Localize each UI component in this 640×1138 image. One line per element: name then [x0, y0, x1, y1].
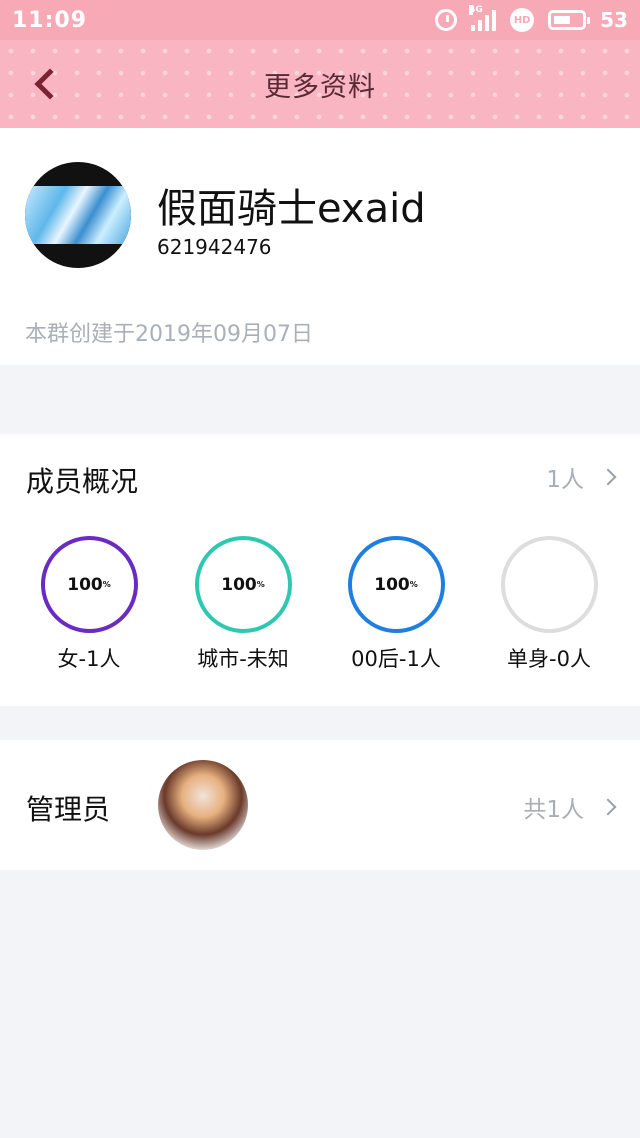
- group-avatar-image: [25, 186, 131, 244]
- group-created-date: 本群创建于2019年09月07日: [25, 322, 313, 347]
- admins-count-link[interactable]: 共1人: [523, 790, 617, 824]
- back-arrow-icon: [34, 68, 66, 100]
- battery-level: 53: [600, 8, 628, 32]
- stat-ring: [500, 536, 598, 633]
- stat-percent: 100: [221, 574, 257, 595]
- status-icons: 4G HD 53: [435, 5, 628, 32]
- admins-card[interactable]: 管理员 共1人: [0, 740, 640, 870]
- hd-icon: HD: [510, 8, 535, 32]
- admins-title: 管理员: [26, 793, 111, 826]
- status-bar: 11:09 4G HD 53: [0, 0, 640, 40]
- members-title: 成员概况: [26, 465, 139, 498]
- group-name: 假面骑士exaid: [157, 186, 426, 232]
- stat-label: 00后-1人: [351, 647, 441, 671]
- group-id: 621942476: [157, 235, 272, 259]
- signal-icon: 4G: [469, 5, 497, 31]
- stat-unit: %: [256, 580, 265, 589]
- stat-unit: %: [409, 580, 418, 589]
- stat-percent: 100: [67, 574, 103, 595]
- status-time: 11:09: [12, 7, 88, 33]
- back-button[interactable]: [22, 60, 70, 108]
- stat-city: 100% 城市-未知: [173, 536, 313, 673]
- nav-bar: 更多资料: [0, 40, 640, 128]
- group-avatar[interactable]: [25, 162, 131, 268]
- stat-gender: 100% 女-1人: [19, 536, 159, 673]
- battery-icon: [548, 10, 591, 30]
- stat-unit: %: [102, 580, 111, 589]
- members-overview-card[interactable]: 成员概况 1人 100% 女-1人 100% 城市-未知 100% 00后-1人…: [0, 434, 640, 706]
- stat-label: 单身-0人: [507, 647, 591, 671]
- stat-label: 女-1人: [57, 647, 121, 671]
- admin-avatar[interactable]: [158, 760, 248, 850]
- page-title: 更多资料: [264, 71, 376, 103]
- stat-ring: 100%: [347, 536, 445, 633]
- stat-ring: 100%: [40, 536, 138, 633]
- stat-age: 100% 00后-1人: [326, 536, 466, 673]
- members-count: 1人: [546, 467, 584, 493]
- stat-ring: 100%: [194, 536, 292, 633]
- chevron-right-icon: [599, 468, 617, 486]
- admins-count: 共1人: [523, 797, 584, 823]
- chevron-right-icon: [599, 798, 617, 816]
- stat-percent: 100: [374, 574, 410, 595]
- alarm-icon: [435, 9, 458, 31]
- members-count-link[interactable]: 1人: [546, 460, 617, 494]
- stat-single: 单身-0人: [479, 536, 619, 673]
- stat-label: 城市-未知: [197, 647, 289, 671]
- group-info-card: 假面骑士exaid 621942476 本群创建于2019年09月07日: [0, 128, 640, 365]
- network-type: 4G: [469, 5, 483, 15]
